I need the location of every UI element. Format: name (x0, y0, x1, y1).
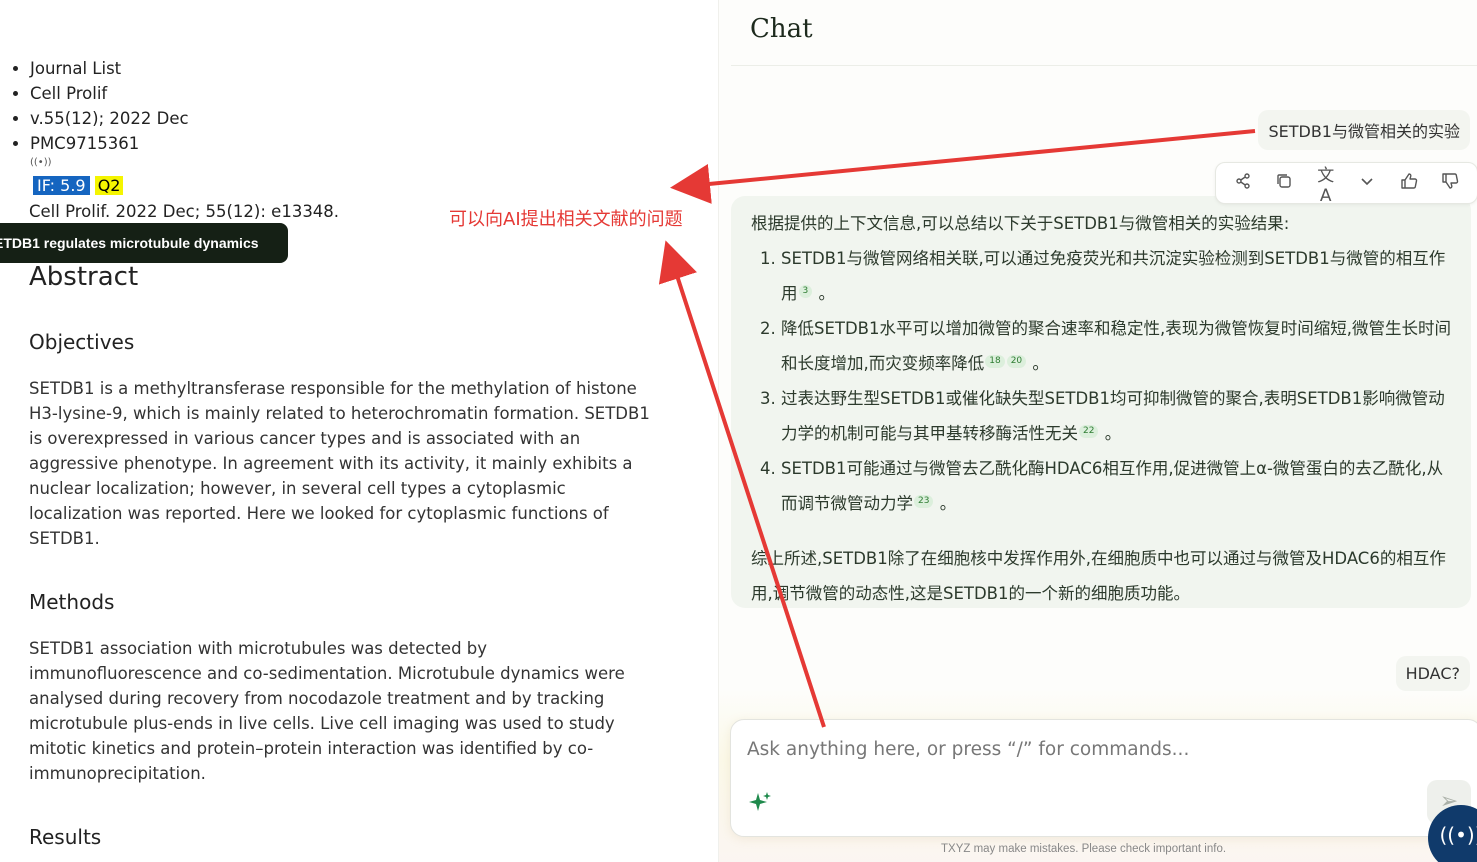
results-heading: Results (29, 825, 102, 849)
user-message-bubble: SETDB1与微管相关的实验 (1258, 110, 1470, 150)
message-toolbar: 文A (1215, 161, 1477, 206)
chat-title: Chat (750, 14, 813, 44)
end-mark: 。 (939, 494, 957, 513)
breadcrumb-pmc-id: PMC9715361 (30, 131, 189, 156)
journal-metrics: IF: 5.9 Q2 (33, 175, 124, 196)
citation-chip[interactable]: 18 (985, 354, 1005, 368)
quartile-badge: Q2 (94, 176, 124, 195)
user-message-bubble: HDAC? (1395, 656, 1470, 691)
breadcrumb-issue[interactable]: v.55(12); 2022 Dec (30, 106, 189, 131)
thumbs-down-icon[interactable] (1436, 172, 1464, 195)
citation-chip[interactable]: 20 (1006, 354, 1027, 368)
broadcast-icon[interactable]: ((•)) (30, 157, 52, 168)
objectives-text: SETDB1 is a methyltransferase responsibl… (29, 379, 650, 548)
assistant-answer: 根据提供的上下文信息,可以总结以下关于SETDB1与微管相关的实验结果: SET… (731, 196, 1471, 608)
chat-input-box: ➢ (730, 719, 1477, 837)
abstract-heading: Abstract (29, 262, 139, 292)
breadcrumb: Journal List Cell Prolif v.55(12); 2022 … (8, 56, 189, 156)
annotation-label: 可以向AI提出相关文献的问题 (449, 209, 683, 230)
answer-item-1: SETDB1与微管网络相关联,可以通过免疫荧光和共沉淀实验检测到SETDB1与微… (781, 241, 1455, 311)
answer-item-2: 降低SETDB1水平可以增加微管的聚合速率和稳定性,表现为微管恢复时间缩短,微管… (781, 311, 1455, 381)
disclaimer-text: TXYZ may make mistakes. Please check imp… (941, 843, 1227, 855)
copy-icon[interactable] (1270, 173, 1298, 194)
answer-intro: 根据提供的上下文信息,可以总结以下关于SETDB1与微管相关的实验结果: (751, 214, 1290, 233)
title-tooltip: ETDB1 regulates microtubule dynamics (0, 223, 288, 263)
methods-text: SETDB1 association with microtubules was… (29, 639, 625, 783)
tooltip-text: ETDB1 regulates microtubule dynamics (0, 235, 259, 251)
end-mark: 。 (1032, 354, 1049, 373)
answer-summary: 综上所述,SETDB1除了在细胞核中发挥作用外,在细胞质中也可以通过与微管及HD… (751, 549, 1446, 603)
sparkle-icon[interactable] (747, 790, 773, 822)
chat-pane: Chat SETDB1与微管相关的实验 根据提供的上下文信息,可以总结以下关于S… (718, 0, 1477, 862)
end-mark: 。 (1104, 424, 1122, 443)
breadcrumb-journal-list[interactable]: Journal List (30, 56, 189, 81)
answer-item-text: SETDB1与微管网络相关联,可以通过免疫荧光和共沉淀实验检测到SETDB1与微… (781, 249, 1446, 303)
methods-heading: Methods (29, 590, 115, 614)
breadcrumb-journal[interactable]: Cell Prolif (30, 81, 189, 106)
answer-item-4: SETDB1可能通过与微管去乙酰化酶HDAC6相互作用,促进微管上α-微管蛋白的… (781, 451, 1455, 521)
citation-chip[interactable]: 23 (914, 494, 934, 508)
chat-divider (731, 65, 1477, 66)
chat-input[interactable] (745, 738, 1369, 761)
share-icon[interactable] (1229, 172, 1257, 194)
chevron-down-icon[interactable] (1353, 173, 1381, 193)
objectives-heading: Objectives (29, 330, 135, 354)
answer-item-text: 降低SETDB1水平可以增加微管的聚合速率和稳定性,表现为微管恢复时间缩短,微管… (781, 319, 1451, 373)
radio-icon: ((•)) (1439, 823, 1477, 847)
answer-item-text: SETDB1可能通过与微管去乙酰化酶HDAC6相互作用,促进微管上α-微管蛋白的… (781, 459, 1444, 513)
impact-factor-badge: IF: 5.9 (33, 176, 90, 195)
end-mark: 。 (818, 284, 835, 303)
answer-item-3: 过表达野生型SETDB1或催化缺失型SETDB1均可抑制微管的聚合,表明SETD… (781, 381, 1455, 451)
thumbs-up-icon[interactable] (1395, 172, 1423, 195)
translate-icon[interactable]: 文A (1312, 161, 1340, 206)
article-pane: Journal List Cell Prolif v.55(12); 2022 … (0, 0, 718, 862)
citation-text: Cell Prolif. 2022 Dec; 55(12): e13348. (29, 202, 340, 221)
citation-chip[interactable]: 22 (1079, 424, 1099, 438)
citation-chip[interactable]: 3 (798, 284, 813, 298)
answer-list: SETDB1与微管网络相关联,可以通过免疫荧光和共沉淀实验检测到SETDB1与微… (751, 241, 1455, 521)
